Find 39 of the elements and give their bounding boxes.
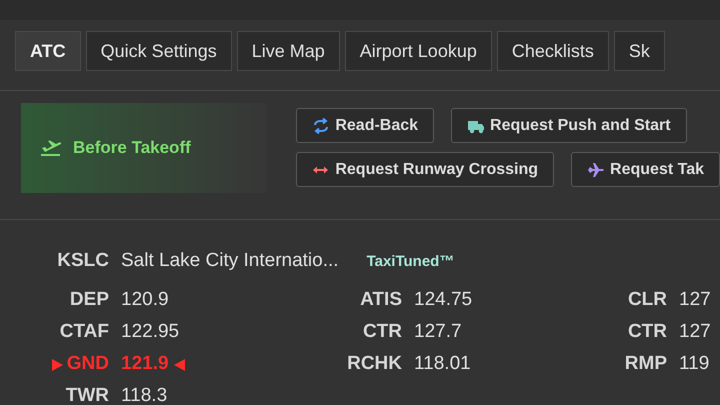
frequency-value: 127.7 [414, 320, 462, 344]
tab[interactable]: Airport Lookup [344, 31, 492, 71]
frequency-value: 127 [679, 320, 711, 344]
airport-name: Salt Lake City Internatio... [121, 249, 339, 273]
tab[interactable]: ATC [15, 31, 81, 71]
action-button[interactable]: Request Push and Start [451, 108, 687, 143]
tab[interactable]: Quick Settings [86, 31, 232, 71]
frequency-value: 120.9 [121, 288, 169, 312]
plane-icon [587, 162, 606, 178]
airport-code: KSLC [56, 249, 109, 273]
frequency-value: 122.95 [121, 320, 180, 344]
frequency-label: CTAF [60, 320, 109, 344]
phase-label: Before Takeoff [73, 137, 191, 160]
tab[interactable]: Sk [614, 31, 665, 71]
frequency-label: RCHK [347, 352, 402, 376]
frequency-label: CTR [628, 320, 667, 344]
frequency-label: DEP [70, 288, 109, 312]
frequency-value: 119 [679, 352, 710, 376]
action-button[interactable]: Read-Back [296, 108, 434, 143]
frequency-value: 127 [679, 288, 711, 312]
frequency-label: CTR [362, 320, 402, 344]
plane-departure-icon [40, 139, 62, 157]
frequency-value: 124.75 [414, 288, 472, 312]
tab[interactable]: Live Map [236, 31, 340, 71]
pointer-right-icon [52, 358, 63, 370]
frequency-label: GND [66, 352, 109, 376]
swap-arrows-icon [312, 118, 330, 134]
action-button[interactable]: Request Tak [571, 152, 720, 187]
pointer-left-icon [174, 358, 185, 370]
action-button[interactable]: Request Runway Crossing [296, 152, 554, 187]
frequency-value: 118.01 [414, 352, 471, 376]
frequency-label: ATIS [360, 288, 402, 312]
frequency-label: CLR [628, 288, 667, 312]
brand-tag: TaxiTuned™ [366, 251, 454, 274]
frequency-value: 121.9 [121, 352, 169, 376]
frequency-label: TWR [66, 384, 109, 405]
tab[interactable]: Checklists [496, 31, 609, 71]
frequency-value: 118.3 [121, 384, 168, 405]
frequency-label: RMP [624, 352, 667, 376]
